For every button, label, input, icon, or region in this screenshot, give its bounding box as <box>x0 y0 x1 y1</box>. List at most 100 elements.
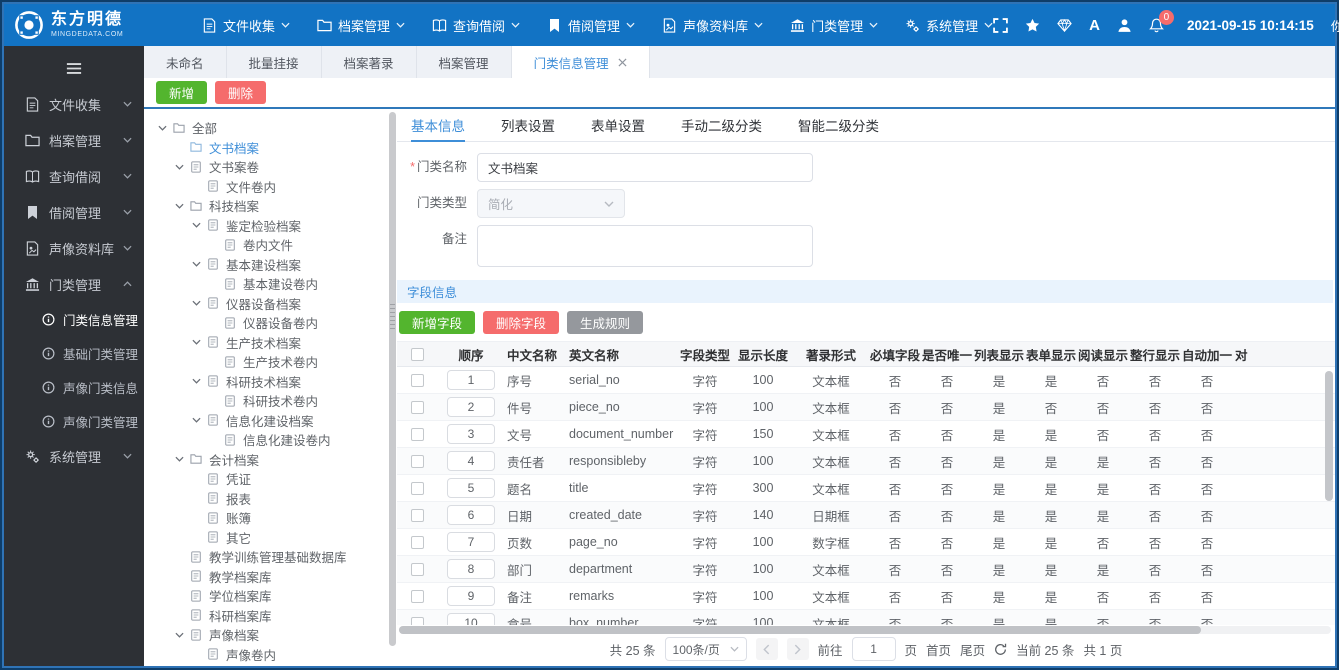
refresh-icon[interactable] <box>994 643 1007 656</box>
row-checkbox[interactable] <box>410 536 424 550</box>
tree-node-16[interactable]: 信息化建设档案 <box>158 411 387 431</box>
order-input[interactable] <box>447 424 495 444</box>
workspace-tab-3[interactable]: 档案著录 <box>322 46 417 78</box>
tree-node-2[interactable]: 文书档案 <box>158 138 387 158</box>
tree-node-10[interactable]: 仪器设备档案 <box>158 294 387 314</box>
order-input[interactable] <box>447 559 495 579</box>
table-row[interactable]: 文号document_number字符150文本框否否是是否否否 <box>397 420 1335 448</box>
tree-node-25[interactable]: 学位档案库 <box>158 586 387 606</box>
tree-node-5[interactable]: 科技档案 <box>158 196 387 216</box>
workspace-tab-5[interactable]: 门类信息管理 <box>511 46 650 78</box>
favorite-star-icon[interactable] <box>1025 18 1040 33</box>
row-checkbox[interactable] <box>410 428 424 442</box>
table-row[interactable]: 页数page_no字符100数字框否否是是否否否 <box>397 528 1335 556</box>
row-checkbox[interactable] <box>410 617 424 625</box>
prev-page-button[interactable] <box>755 638 778 660</box>
tree-node-24[interactable]: 教学档案库 <box>158 567 387 587</box>
vertical-scrollbar-thumb[interactable] <box>1325 371 1333 501</box>
horizontal-scrollbar-thumb[interactable] <box>399 626 1201 634</box>
detail-tab-3[interactable]: 表单设置 <box>591 109 645 141</box>
table-row[interactable]: 序号serial_no字符100文本框否否是是否否否 <box>397 366 1335 394</box>
delete-field-button[interactable]: 删除字段 <box>483 311 560 334</box>
fullscreen-icon[interactable] <box>993 17 1008 33</box>
tree-node-4[interactable]: 文件卷内 <box>158 177 387 197</box>
add-button[interactable]: 新增 <box>156 81 208 104</box>
tree-node-18[interactable]: 会计档案 <box>158 450 387 470</box>
row-checkbox[interactable] <box>410 482 424 496</box>
sidebar-item-1[interactable]: 文件收集 <box>4 86 144 122</box>
sidebar-item-7[interactable]: 系统管理 <box>4 438 144 474</box>
tree-node-23[interactable]: 教学训练管理基础数据库 <box>158 547 387 567</box>
order-input[interactable] <box>447 397 495 417</box>
remark-textarea[interactable] <box>477 225 813 267</box>
tree-node-17[interactable]: 信息化建设卷内 <box>158 430 387 450</box>
goto-page-input[interactable] <box>851 637 896 661</box>
tree-node-22[interactable]: 其它 <box>158 528 387 548</box>
tree-node-21[interactable]: 账簿 <box>158 508 387 528</box>
table-row[interactable]: 盒号box_number字符100文本框否否是是否否否 <box>397 609 1335 625</box>
order-input[interactable] <box>447 478 495 498</box>
detail-tab-1[interactable]: 基本信息 <box>411 109 465 142</box>
row-checkbox[interactable] <box>410 563 424 577</box>
sidebar-item-3[interactable]: 查询借阅 <box>4 158 144 194</box>
sidebar-collapse-button[interactable] <box>4 50 144 86</box>
table-row[interactable]: 题名title字符300文本框否否是是是否否 <box>397 474 1335 502</box>
order-input[interactable] <box>447 613 495 625</box>
notifications-bell-icon[interactable]: 0 <box>1149 9 1174 33</box>
tree-node-12[interactable]: 生产技术档案 <box>158 333 387 353</box>
next-page-button[interactable] <box>786 638 809 660</box>
workspace-tab-4[interactable]: 档案管理 <box>417 46 512 78</box>
sidebar-item-2[interactable]: 档案管理 <box>4 122 144 158</box>
tree-node-19[interactable]: 凭证 <box>158 469 387 489</box>
row-checkbox[interactable] <box>410 455 424 469</box>
tree-node-3[interactable]: 文书案卷 <box>158 157 387 177</box>
row-checkbox[interactable] <box>410 401 424 415</box>
category-name-input[interactable] <box>477 153 813 182</box>
sidebar-subitem-2[interactable]: 基础门类管理 <box>4 336 144 370</box>
order-input[interactable] <box>447 586 495 606</box>
top-nav-item-3[interactable]: 查询借阅 <box>432 16 520 35</box>
tree-node-14[interactable]: 科研技术档案 <box>158 372 387 392</box>
sidebar-item-4[interactable]: 借阅管理 <box>4 194 144 230</box>
row-checkbox[interactable] <box>410 509 424 523</box>
tree-node-6[interactable]: 鉴定检验档案 <box>158 216 387 236</box>
delete-button[interactable]: 删除 <box>215 81 267 104</box>
row-checkbox[interactable] <box>410 590 424 604</box>
order-input[interactable] <box>447 532 495 552</box>
table-row[interactable]: 部门department字符100文本框否否是是是否否 <box>397 555 1335 583</box>
top-nav-item-1[interactable]: 文件收集 <box>202 16 290 35</box>
first-page-link[interactable]: 首页 <box>926 640 951 659</box>
top-nav-item-4[interactable]: 借阅管理 <box>547 16 635 35</box>
tree-node-27[interactable]: 声像档案 <box>158 625 387 645</box>
workspace-tab-1[interactable]: 未命名 <box>144 46 227 78</box>
font-size-icon[interactable]: A <box>1089 18 1100 33</box>
table-row[interactable]: 件号piece_no字符100文本框否否是否否否否 <box>397 393 1335 421</box>
page-size-select[interactable]: 100条/页 <box>664 637 747 661</box>
sidebar-item-6[interactable]: 门类管理 <box>4 266 144 302</box>
top-nav-item-2[interactable]: 档案管理 <box>317 16 405 35</box>
order-input[interactable] <box>447 370 495 390</box>
select-all-checkbox[interactable] <box>410 348 424 362</box>
order-input[interactable] <box>447 505 495 525</box>
splitter-scrollbar-thumb[interactable] <box>388 112 396 647</box>
tree-node-9[interactable]: 基本建设卷内 <box>158 274 387 294</box>
generate-rule-button[interactable]: 生成规则 <box>567 311 644 334</box>
top-nav-item-5[interactable]: 声像资料库 <box>662 16 763 35</box>
tree-node-15[interactable]: 科研技术卷内 <box>158 391 387 411</box>
tree-node-1[interactable]: 全部 <box>158 118 387 138</box>
table-horizontal-scrollbar[interactable] <box>399 626 1331 634</box>
row-checkbox[interactable] <box>410 374 424 388</box>
tree-node-11[interactable]: 仪器设备卷内 <box>158 313 387 333</box>
top-nav-item-6[interactable]: 门类管理 <box>790 16 878 35</box>
table-row[interactable]: 日期created_date字符140日期框否否是是是否否 <box>397 501 1335 529</box>
sidebar-subitem-4[interactable]: 声像门类管理 <box>4 404 144 438</box>
user-icon[interactable] <box>1117 18 1132 33</box>
top-nav-item-7[interactable]: 系统管理 <box>905 16 993 35</box>
workspace-tab-2[interactable]: 批量挂接 <box>227 46 322 78</box>
security-gem-icon[interactable] <box>1057 18 1072 33</box>
table-row[interactable]: 备注remarks字符100文本框否否是是否否否 <box>397 582 1335 610</box>
detail-tab-2[interactable]: 列表设置 <box>501 109 555 141</box>
tree-node-26[interactable]: 科研档案库 <box>158 606 387 626</box>
sidebar-subitem-3[interactable]: 声像门类信息 <box>4 370 144 404</box>
sidebar-subitem-1[interactable]: 门类信息管理 <box>4 302 144 336</box>
